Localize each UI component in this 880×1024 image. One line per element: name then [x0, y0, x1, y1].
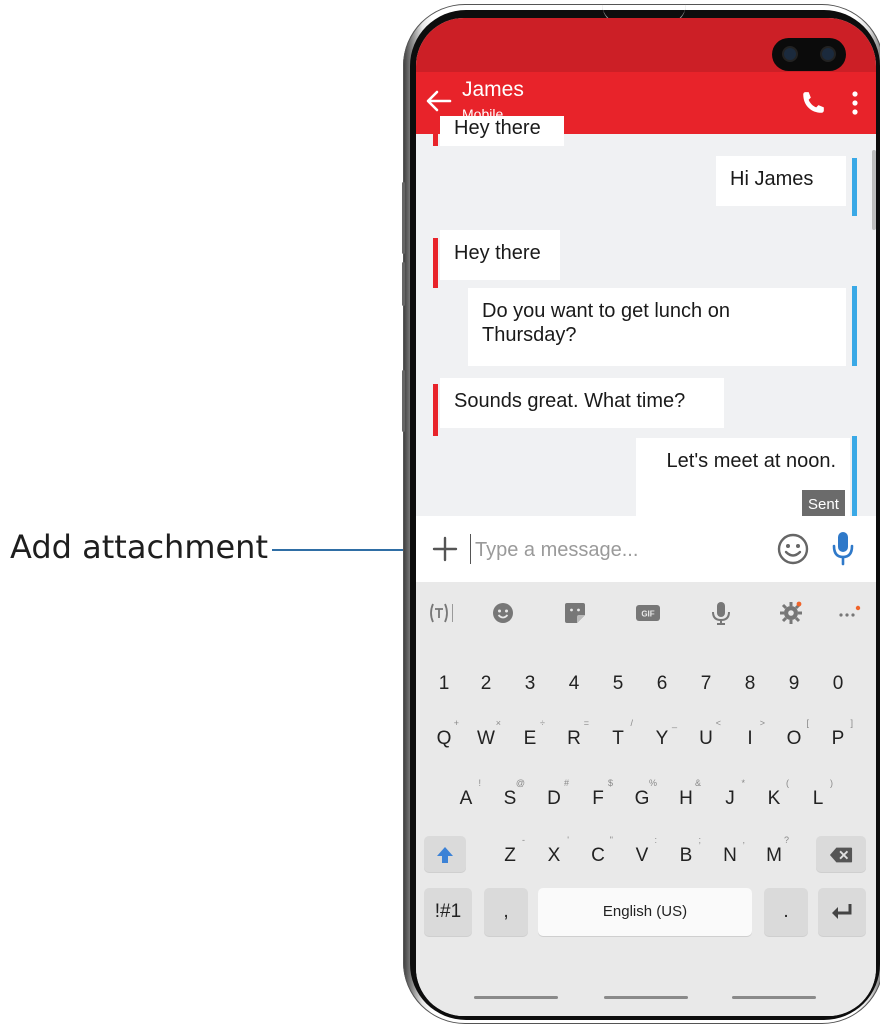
key-q[interactable]: + Q [424, 718, 464, 755]
back-arrow-icon[interactable] [424, 86, 454, 116]
message-bubble-incoming[interactable]: Hey there [440, 230, 560, 280]
side-button [402, 262, 405, 306]
toolbar-divider [452, 604, 453, 622]
message-bubble-outgoing[interactable]: Do you want to get lunch on Thursday? [468, 288, 846, 366]
key-4[interactable]: 4 [554, 664, 594, 700]
message-bubble-incoming[interactable]: Sounds great. What time? [440, 378, 724, 428]
text-translate-icon[interactable] [426, 600, 452, 626]
key-t[interactable]: / T [598, 718, 638, 755]
shift-key[interactable] [424, 836, 466, 872]
sticker-icon[interactable] [562, 600, 588, 626]
camera-lens [784, 48, 796, 60]
nav-home-bar[interactable] [604, 996, 688, 999]
status-bar [416, 18, 876, 72]
key-1[interactable]: 1 [424, 664, 464, 700]
backspace-key[interactable] [816, 836, 866, 872]
nav-back-bar[interactable] [732, 996, 816, 999]
key-g[interactable]: % G [622, 778, 662, 815]
key-l[interactable]: ) L [798, 778, 838, 815]
camera-lens [822, 48, 834, 60]
gif-icon[interactable]: GIF [634, 600, 662, 626]
scrollbar[interactable] [872, 150, 876, 230]
message-bubble-outgoing[interactable]: Hi James [716, 156, 846, 206]
outgoing-bubble-tail [852, 286, 857, 366]
key-h[interactable]: & H [666, 778, 706, 815]
message-list[interactable]: Hey there Hi James Hey there Do you want… [416, 116, 876, 526]
side-button [402, 370, 405, 432]
key-v[interactable]: :V [622, 835, 662, 872]
key-b[interactable]: ; B [666, 835, 706, 872]
key-z[interactable]: -Z [490, 835, 530, 872]
message-input[interactable] [473, 532, 767, 568]
key-2[interactable]: 2 [466, 664, 506, 700]
key-d[interactable]: # D [534, 778, 574, 815]
callout-label: Add attachment [10, 528, 268, 566]
outgoing-bubble-tail [852, 158, 857, 216]
key-j[interactable]: * J [710, 778, 750, 815]
backspace-icon [829, 847, 853, 863]
key-0[interactable]: 0 [818, 664, 858, 700]
on-screen-keyboard: GIF 1 2 3 4 5 6 7 8 9 0 + Q × W ÷ E = R … [416, 582, 876, 1016]
message-composer [416, 516, 876, 582]
more-icon[interactable] [836, 600, 862, 626]
incoming-bubble-tail [433, 384, 438, 436]
svg-text:GIF: GIF [641, 610, 654, 619]
key-k[interactable]: (K [754, 778, 794, 815]
key-x[interactable]: ' X [534, 835, 574, 872]
key-i[interactable]: > I [730, 718, 770, 755]
key-3[interactable]: 3 [510, 664, 550, 700]
key-e[interactable]: ÷ E [510, 718, 550, 755]
enter-key[interactable] [818, 888, 866, 936]
keyboard-toolbar: GIF [416, 582, 876, 644]
key-a[interactable]: ! A [446, 778, 486, 815]
key-9[interactable]: 9 [774, 664, 814, 700]
key-n[interactable]: ,N [710, 835, 750, 872]
key-u[interactable]: < U [686, 718, 726, 755]
emoji-icon[interactable] [776, 532, 810, 566]
phone-screen: James Mobile Hey there Hi James Hey ther… [416, 18, 876, 1016]
text-cursor [470, 534, 471, 564]
voice-input-icon[interactable] [708, 600, 734, 626]
key-7[interactable]: 7 [686, 664, 726, 700]
key-r[interactable]: = R [554, 718, 594, 755]
message-text: Hi James [730, 168, 814, 190]
add-attachment-icon[interactable] [432, 536, 458, 562]
key-w[interactable]: × W [466, 718, 506, 755]
emoji-icon[interactable] [490, 600, 516, 626]
enter-arrow-icon [832, 904, 852, 919]
more-options-icon[interactable] [852, 90, 858, 116]
side-button [402, 182, 405, 254]
key-6[interactable]: 6 [642, 664, 682, 700]
phone-call-icon[interactable] [800, 90, 826, 116]
shift-arrow-icon [437, 847, 453, 863]
outgoing-bubble-tail [852, 436, 857, 526]
key-f[interactable]: $ F [578, 778, 618, 815]
settings-icon[interactable] [778, 600, 804, 626]
period-key[interactable]: . [764, 888, 808, 936]
incoming-bubble-tail [433, 238, 438, 288]
message-text: Hey there [454, 117, 541, 139]
message-text: Let's meet at noon. [666, 450, 836, 472]
front-camera [772, 38, 846, 71]
message-text: Hey there [454, 242, 541, 264]
comma-key[interactable]: , [484, 888, 528, 936]
key-8[interactable]: 8 [730, 664, 770, 700]
spacebar[interactable]: English (US) [538, 888, 752, 936]
key-y[interactable]: _ Y [642, 718, 682, 755]
microphone-icon[interactable] [830, 530, 856, 566]
key-o[interactable]: [O [774, 718, 814, 755]
nav-recents-bar[interactable] [474, 996, 558, 999]
key-m[interactable]: ? M [754, 835, 794, 872]
symbols-key[interactable]: !#1 [424, 888, 472, 936]
message-text: Sounds great. What time? [454, 390, 686, 412]
message-bubble-incoming[interactable]: Hey there [440, 116, 564, 146]
contact-name: James [462, 78, 524, 101]
key-p[interactable]: ] P [818, 718, 858, 755]
message-text: Do you want to get lunch on Thursday? [482, 300, 730, 346]
incoming-bubble-tail [433, 134, 438, 146]
key-s[interactable]: @ S [490, 778, 530, 815]
key-c[interactable]: " C [578, 835, 618, 872]
key-5[interactable]: 5 [598, 664, 638, 700]
